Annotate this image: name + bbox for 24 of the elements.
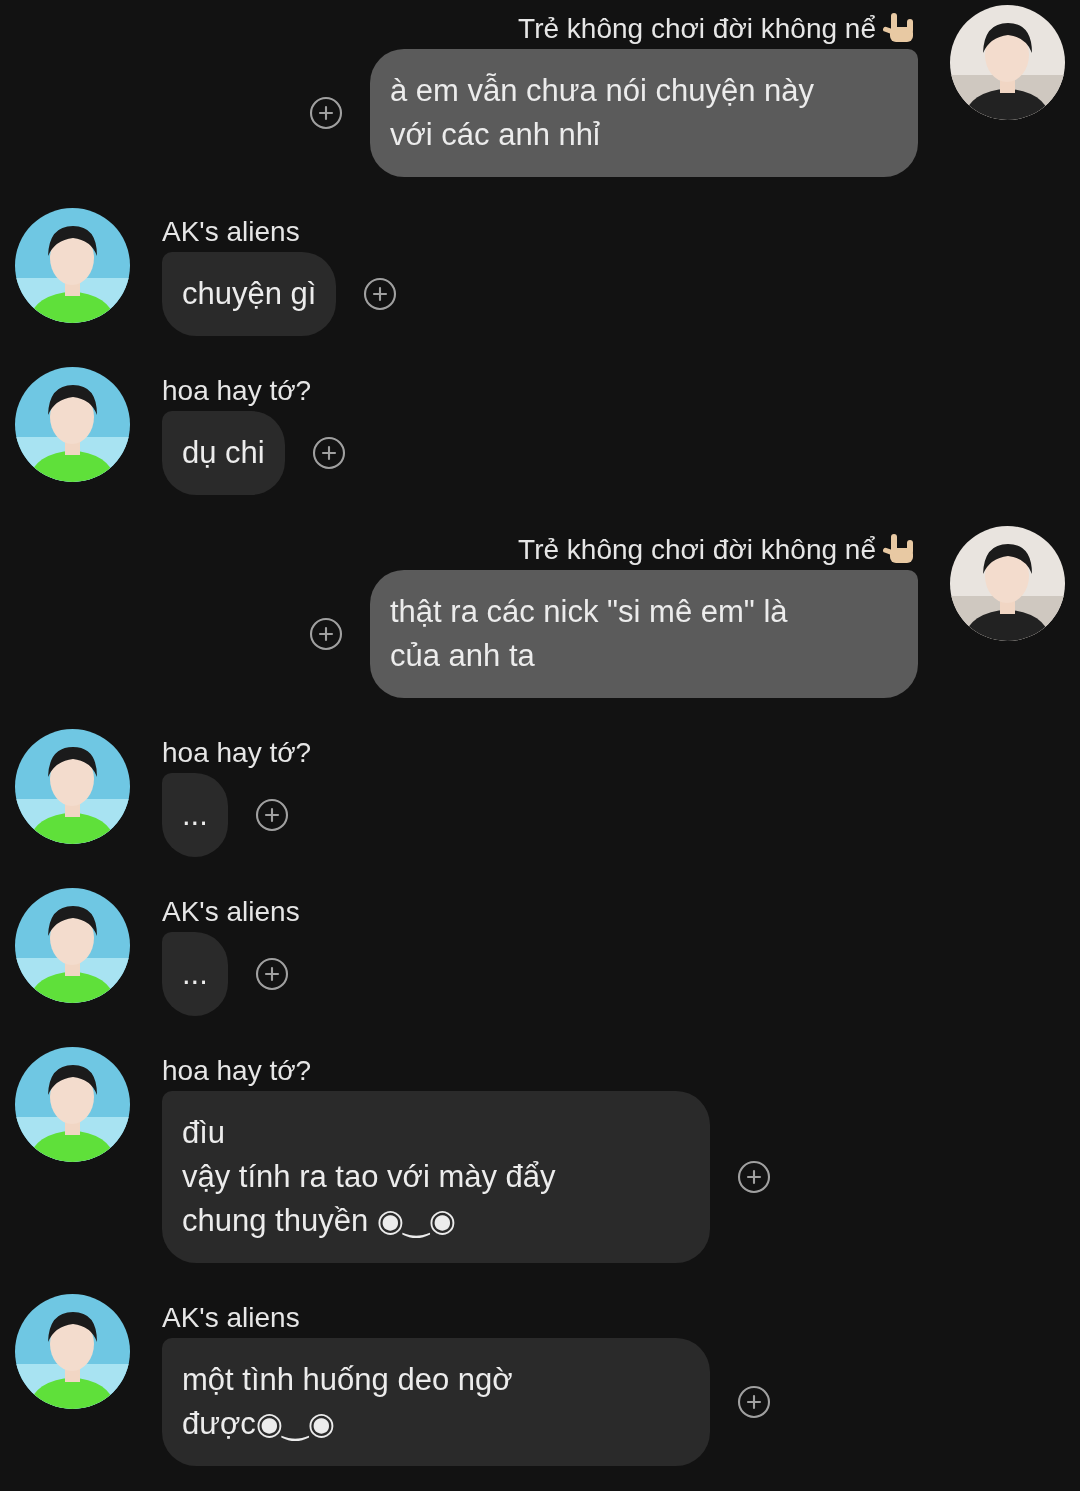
message-bubble: một tình huống deo ngờ được◉‿◉ [162,1338,710,1466]
add-reaction-icon[interactable] [253,956,290,992]
message-bubble: đìu vậy tính ra tao với mày đẩy chung thuyền ◉‿◉ [162,1091,710,1263]
message-bubble: thật ra các nick "si mê em" là của anh ta [370,570,918,698]
add-reaction-icon[interactable] [736,1384,772,1420]
add-reaction-icon[interactable] [362,276,399,312]
sender-name: AK's aliens [162,895,300,929]
message-bubble: dụ chi [162,411,285,495]
message-bubble: chuyện gì [162,252,337,336]
sender-name: AK's aliens [162,215,300,249]
sender-name: hoa hay tớ? [162,736,312,770]
sender-name: hoa hay tớ? [162,374,312,408]
add-reaction-icon[interactable] [310,435,347,471]
sender-name: hoa hay tớ? [162,1054,312,1088]
add-reaction-icon[interactable] [253,797,290,833]
sender-name: AK's aliens [162,1301,300,1335]
message-bubble: ... [162,932,228,1016]
message-bubble: ... [162,773,228,857]
add-reaction-icon[interactable] [308,95,344,131]
sender-name: Trẻ không chơi đời không nể [518,12,876,46]
sender-name: Trẻ không chơi đời không nể [518,533,876,567]
add-reaction-icon[interactable] [308,616,344,652]
message-bubble: à em vẫn chưa nói chuyện này với các anh nhỉ [370,49,918,177]
add-reaction-icon[interactable] [736,1159,772,1195]
